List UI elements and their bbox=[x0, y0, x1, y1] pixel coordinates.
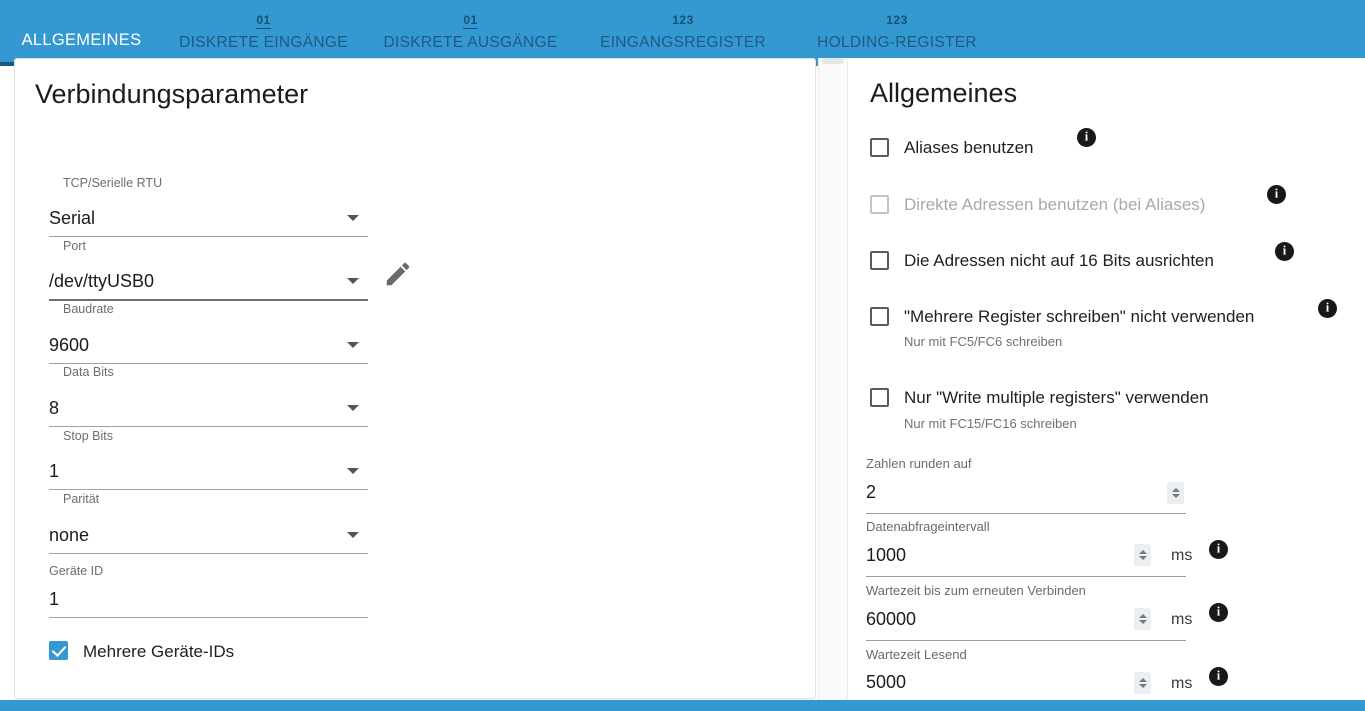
tab-diskrete-ausgaenge[interactable]: 01 DISKRETE AUSGÄNGE bbox=[364, 0, 577, 66]
field-port-value: /dev/ttyUSB0 bbox=[49, 271, 155, 291]
field-connection-type-value: Serial bbox=[49, 208, 96, 228]
field-geraete-id-label: Geräte ID bbox=[49, 564, 104, 578]
field-data-bits-label: Data Bits bbox=[63, 365, 114, 379]
info-icon-keine-16bit-ausrichtung[interactable]: i bbox=[1275, 242, 1294, 261]
checkbox-nur-write-multiple-registers-sub: Nur mit FC15/FC16 schreiben bbox=[904, 416, 1077, 431]
field-wartezeit-lesend-value: 5000 bbox=[866, 672, 907, 692]
unit-wartezeit-reconnect: ms bbox=[1171, 611, 1193, 628]
field-underline bbox=[49, 236, 368, 237]
chevron-up-icon bbox=[1138, 550, 1147, 554]
tab-allgemeines-label: ALLGEMEINES bbox=[21, 31, 142, 49]
tab-diskrete-ausgaenge-label: DISKRETE AUSGÄNGE bbox=[383, 34, 558, 51]
field-underline bbox=[49, 426, 368, 427]
chevron-down-icon bbox=[1138, 556, 1147, 560]
chevron-up-icon bbox=[1171, 488, 1180, 492]
field-underline bbox=[49, 299, 368, 301]
tab-holding-register-label: HOLDING-REGISTER bbox=[817, 34, 977, 51]
chevron-up-icon bbox=[1138, 614, 1147, 618]
tab-diskrete-eingaenge[interactable]: 01 DISKRETE EINGÄNGE bbox=[163, 0, 364, 66]
checkbox-keine-16bit-ausrichtung-label: Die Adressen nicht auf 16 Bits ausrichte… bbox=[904, 251, 1214, 270]
checkbox-direkte-adressen bbox=[870, 195, 889, 214]
field-connection-type-label: TCP/Serielle RTU bbox=[63, 176, 163, 190]
field-zahlen-runden-auf-value: 2 bbox=[866, 482, 877, 502]
vertical-scrollbar-thumb[interactable] bbox=[822, 58, 844, 64]
checkbox-nur-write-multiple-registers-label: Nur "Write multiple registers" verwenden bbox=[904, 388, 1209, 407]
vertical-scrollbar-track[interactable] bbox=[818, 58, 848, 700]
pencil-icon[interactable] bbox=[383, 259, 413, 289]
field-geraete-id-value: 1 bbox=[49, 589, 60, 609]
field-underline bbox=[49, 489, 368, 490]
info-icon-wartezeit-lesend[interactable]: i bbox=[1209, 667, 1228, 686]
digital-input-01-icon: 01 bbox=[256, 13, 271, 29]
field-underline bbox=[866, 640, 1186, 641]
field-zahlen-runden-auf-label: Zahlen runden auf bbox=[866, 456, 972, 471]
checkbox-mehrere-register-nicht-verwenden-sub: Nur mit FC5/FC6 schreiben bbox=[904, 334, 1063, 349]
chevron-down-icon bbox=[1138, 684, 1147, 688]
input-register-123-icon: 123 bbox=[672, 13, 694, 27]
chevron-down-icon[interactable] bbox=[347, 532, 359, 538]
field-underline bbox=[866, 513, 1186, 514]
tab-eingangsregister[interactable]: 123 EINGANGSREGISTER bbox=[577, 0, 789, 66]
holding-register-123-icon: 123 bbox=[886, 13, 908, 27]
chevron-down-icon[interactable] bbox=[347, 278, 359, 284]
spinner-zahlen-runden-auf[interactable] bbox=[1167, 482, 1184, 504]
checkbox-aliases-benutzen[interactable] bbox=[870, 138, 889, 157]
tab-eingangsregister-label: EINGANGSREGISTER bbox=[600, 34, 766, 51]
unit-datenabfrageintervall: ms bbox=[1171, 547, 1193, 564]
chevron-down-icon[interactable] bbox=[347, 405, 359, 411]
tab-diskrete-eingaenge-label: DISKRETE EINGÄNGE bbox=[179, 34, 348, 51]
info-icon-mehrere-register-nicht-verwenden[interactable]: i bbox=[1318, 299, 1337, 318]
info-icon-aliases-benutzen[interactable]: i bbox=[1077, 128, 1096, 147]
field-data-bits-value: 8 bbox=[49, 398, 60, 418]
checkbox-direkte-adressen-label: Direkte Adressen benutzen (bei Aliases) bbox=[904, 195, 1206, 214]
field-port-label: Port bbox=[63, 239, 86, 253]
field-paritaet-value: none bbox=[49, 525, 90, 545]
chevron-up-icon bbox=[1138, 678, 1147, 682]
chevron-down-icon[interactable] bbox=[347, 215, 359, 221]
checkbox-mehrere-geraete-ids-label: Mehrere Geräte-IDs bbox=[83, 642, 235, 661]
field-stop-bits-value: 1 bbox=[49, 461, 60, 481]
general-settings-title: Allgemeines bbox=[870, 78, 1018, 108]
checkbox-nur-write-multiple-registers[interactable] bbox=[870, 388, 889, 407]
field-datenabfrageintervall-label: Datenabfrageintervall bbox=[866, 519, 990, 534]
field-underline bbox=[49, 363, 368, 364]
connection-parameters-card: Verbindungsparameter TCP/Serielle RTU Se… bbox=[14, 58, 816, 699]
connection-parameters-title: Verbindungsparameter bbox=[35, 79, 309, 109]
tab-holding-register[interactable]: 123 HOLDING-REGISTER bbox=[789, 0, 1005, 66]
info-icon-datenabfrageintervall[interactable]: i bbox=[1209, 540, 1228, 559]
field-underline bbox=[49, 617, 368, 618]
spinner-wartezeit-reconnect[interactable] bbox=[1134, 608, 1151, 630]
spinner-wartezeit-lesend[interactable] bbox=[1134, 672, 1151, 694]
field-underline bbox=[49, 553, 368, 554]
chevron-down-icon[interactable] bbox=[347, 468, 359, 474]
checkbox-mehrere-register-nicht-verwenden-label: "Mehrere Register schreiben" nicht verwe… bbox=[904, 307, 1255, 326]
chevron-down-icon bbox=[1171, 494, 1180, 498]
field-paritaet-label: Parität bbox=[63, 492, 100, 506]
bottom-accent-bar bbox=[0, 700, 1365, 711]
info-icon-wartezeit-reconnect[interactable]: i bbox=[1209, 603, 1228, 622]
field-baudrate-value: 9600 bbox=[49, 335, 90, 355]
main-tab-bar: ALLGEMEINES 01 DISKRETE EINGÄNGE 01 DISK… bbox=[0, 0, 1365, 66]
field-wartezeit-reconnect-label: Wartezeit bis zum erneuten Verbinden bbox=[866, 583, 1086, 598]
checkbox-keine-16bit-ausrichtung[interactable] bbox=[870, 251, 889, 270]
chevron-down-icon bbox=[1138, 620, 1147, 624]
general-settings-panel: Allgemeines Aliases benutzen i Direkte A… bbox=[848, 58, 1365, 700]
chevron-down-icon[interactable] bbox=[347, 342, 359, 348]
spinner-datenabfrageintervall[interactable] bbox=[1134, 544, 1151, 566]
checkbox-aliases-benutzen-label: Aliases benutzen bbox=[904, 138, 1034, 157]
field-wartezeit-lesend-label: Wartezeit Lesend bbox=[866, 647, 967, 662]
digital-output-01-icon: 01 bbox=[463, 13, 478, 29]
unit-wartezeit-lesend: ms bbox=[1171, 675, 1193, 692]
field-underline bbox=[866, 576, 1186, 577]
info-icon-direkte-adressen[interactable]: i bbox=[1267, 185, 1286, 204]
checkbox-mehrere-register-nicht-verwenden[interactable] bbox=[870, 307, 889, 326]
checkbox-mehrere-geraete-ids[interactable] bbox=[49, 641, 68, 660]
field-stop-bits-label: Stop Bits bbox=[63, 429, 114, 443]
field-wartezeit-reconnect-value: 60000 bbox=[866, 609, 917, 629]
tab-allgemeines[interactable]: ALLGEMEINES bbox=[0, 0, 163, 66]
app-root: ALLGEMEINES 01 DISKRETE EINGÄNGE 01 DISK… bbox=[0, 0, 1365, 711]
field-datenabfrageintervall-value: 1000 bbox=[866, 545, 907, 565]
field-baudrate-label: Baudrate bbox=[63, 302, 114, 316]
